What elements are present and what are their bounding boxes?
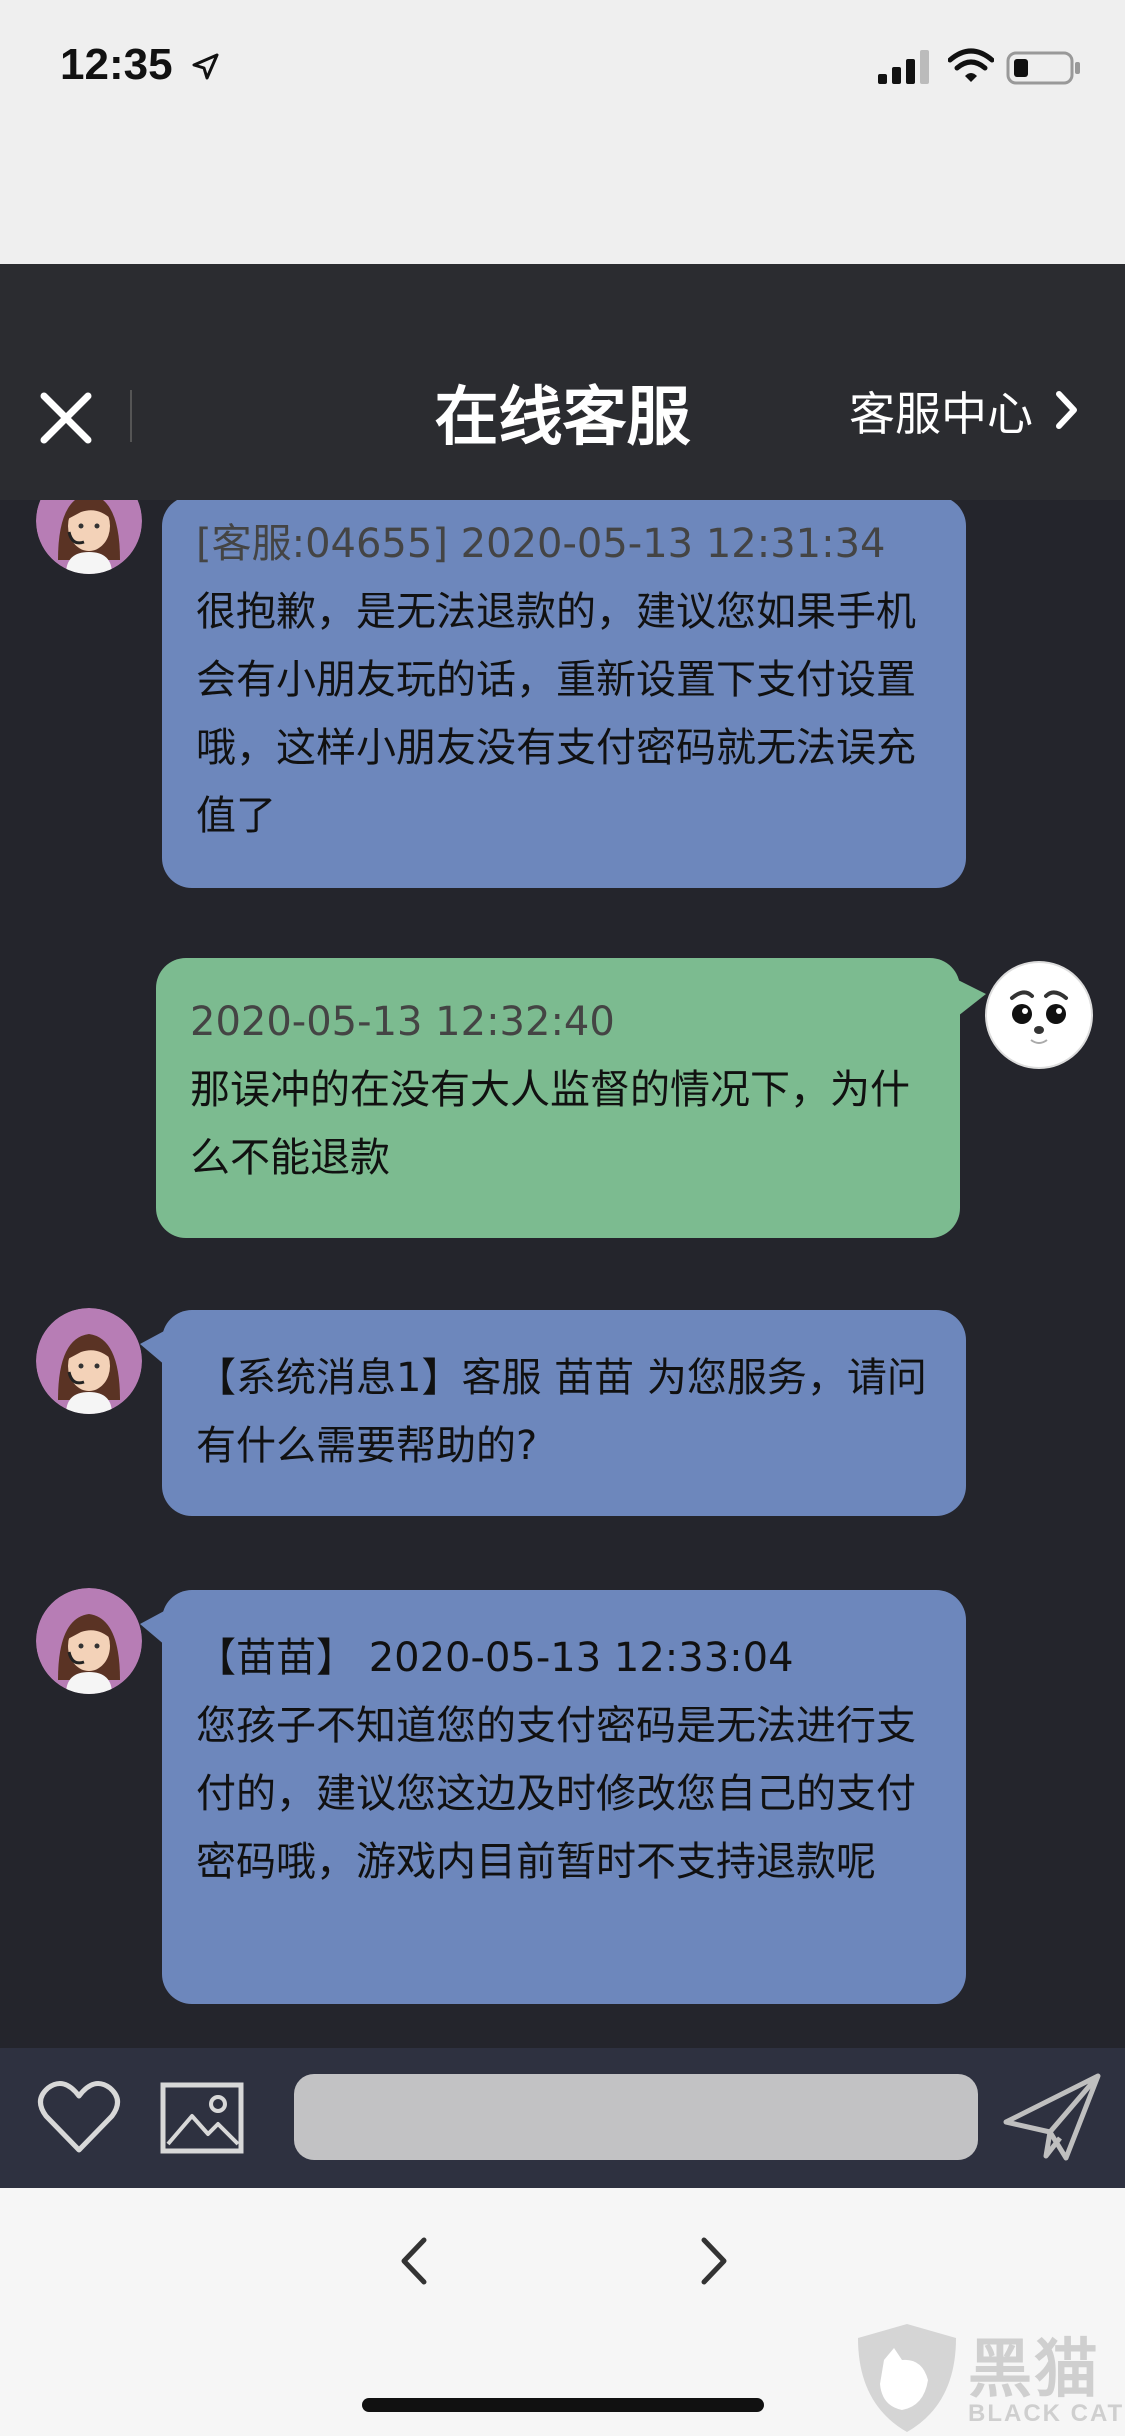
message-input[interactable] <box>294 2074 978 2160</box>
agent-avatar <box>36 500 142 574</box>
message-bubble-agent: 【苗苗】 2020-05-13 12:33:04 您孩子不知道您的支付密码是无法… <box>162 1590 966 2004</box>
message-text: 您孩子不知道您的支付密码是无法进行支付的，建议您这边及时修改您自己的支付密码哦，… <box>196 1703 916 1885</box>
message-meta: 2020-05-13 12:32:40 <box>190 999 615 1045</box>
message-bubble-user: 2020-05-13 12:32:40 那误冲的在没有大人监督的情况下，为什么不… <box>156 958 960 1238</box>
chat-area[interactable]: [客服:04655] 2020-05-13 12:31:34 很抱歉，是无法退款… <box>0 500 1125 2048</box>
top-spacer <box>0 132 1125 264</box>
chevron-right-icon[interactable] <box>1054 390 1080 430</box>
message-meta: [客服:04655] 2020-05-13 12:31:34 <box>196 521 886 567</box>
location-arrow-icon <box>192 53 219 80</box>
heart-icon[interactable] <box>36 2078 122 2158</box>
agent-avatar <box>36 1308 142 1414</box>
bubble-tail <box>958 980 986 1016</box>
image-icon[interactable] <box>160 2082 244 2154</box>
agent-avatar <box>36 1588 142 1694</box>
message-text: 很抱歉，是无法退款的，建议您如果手机会有小朋友玩的话，重新设置下支付设置哦，这样… <box>196 589 916 839</box>
black-cat-logo-icon <box>858 2324 956 2432</box>
watermark-text: 黑猫 <box>968 2333 1100 2407</box>
message-text: 【系统消息1】客服 苗苗 为您服务，请问有什么需要帮助的? <box>196 1355 927 1469</box>
message-meta: 【苗苗】 2020-05-13 12:33:04 <box>196 1635 794 1681</box>
message-text: 那误冲的在没有大人监督的情况下，为什么不能退款 <box>190 1067 910 1181</box>
cellular-signal-icon <box>878 50 929 84</box>
back-chevron-icon[interactable] <box>398 2236 428 2286</box>
home-indicator[interactable] <box>362 2398 764 2412</box>
message-bubble-agent: 【系统消息1】客服 苗苗 为您服务，请问有什么需要帮助的? <box>162 1310 966 1516</box>
forward-chevron-icon[interactable] <box>700 2236 730 2286</box>
send-icon[interactable] <box>1002 2072 1102 2164</box>
watermark-subtext: BLACK CAT <box>968 2400 1125 2427</box>
status-time: 12:35 <box>60 40 173 89</box>
wifi-icon <box>948 48 994 82</box>
message-bubble-agent: [客服:04655] 2020-05-13 12:31:34 很抱歉，是无法退款… <box>162 500 966 888</box>
user-avatar <box>984 960 1094 1070</box>
service-center-link[interactable]: 客服中心 <box>849 378 1033 444</box>
battery-icon <box>1006 51 1080 85</box>
